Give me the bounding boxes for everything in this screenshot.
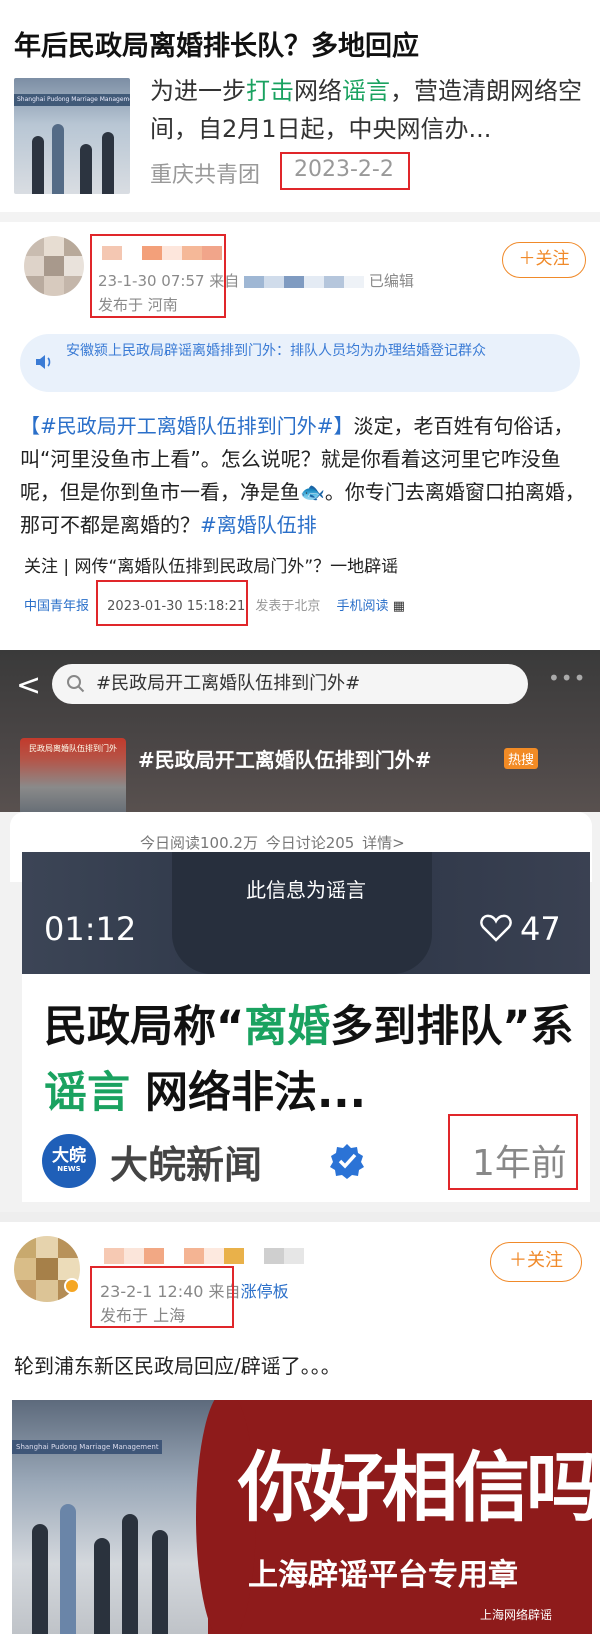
avatar[interactable] [24, 236, 84, 296]
like-count[interactable]: 47 [480, 910, 561, 948]
summary-keyword: 打击 [246, 77, 294, 105]
mobile-read-link[interactable]: 手机阅读 [337, 599, 389, 614]
video-card[interactable]: 今日阅读100.2万 今日讨论205 详情> 此信息为谣言 01:12 47 民… [0, 812, 600, 1212]
headline-text: 民政局称“ [44, 1002, 245, 1052]
blurred-client [244, 275, 365, 288]
thumbnail-person [102, 132, 114, 194]
news-source[interactable]: 大皖新闻 [110, 1134, 262, 1189]
topic-stats[interactable]: 今日阅读100.2万 今日讨论205 详情> [140, 832, 405, 853]
back-arrow-icon[interactable]: < [16, 668, 41, 703]
photo-sign: Shanghai Pudong Marriage Management [12, 1440, 162, 1454]
article-title[interactable]: 年后民政局离婚排长队？多地回应 [14, 24, 419, 63]
client-link[interactable]: 涨停板 [241, 1282, 289, 1301]
headline-text: 多到排队”系 [330, 1002, 574, 1052]
search-text: #民政局开工离婚队伍排到门外# [96, 673, 361, 694]
follow-button[interactable]: ＋关注 [490, 1242, 582, 1282]
photo-person [122, 1514, 138, 1634]
fish-emoji-icon: 🐟 [300, 480, 325, 504]
post-body: 轮到浦东新区民政局回应/辟谣了。。。 [14, 1354, 341, 1378]
related-article[interactable]: 关注 | 网传“离婚队伍排到民政局门外”？一地辟谣 [24, 552, 398, 577]
photo-person [152, 1530, 168, 1634]
article-summary: 为进一步打击网络谣言，营造清朗网络空间，自2月1日起，中央网信办... [150, 72, 590, 148]
weibo-post: 23-1-30 07:57 来自 已编辑 发布于 河南 ＋关注 安徽颍上民政局辟… [0, 212, 600, 626]
summary-text: 为进一步 [150, 77, 246, 105]
headline-keyword: 离婚 [244, 1002, 331, 1052]
video-figure [172, 852, 432, 974]
thumbnail-person [32, 136, 44, 194]
edited-label: 已编辑 [368, 272, 414, 290]
vip-badge-icon [64, 1278, 80, 1294]
headline-keyword: 谣言 [44, 1068, 130, 1118]
video-duration: 01:12 [44, 910, 137, 948]
notice-text: 安徽颍上民政局辟谣离婚排到门外：排队人员均为办理结婚登记群众 [66, 343, 486, 359]
hot-badge: 热搜 [504, 748, 539, 769]
hashtag-link[interactable]: 【#民政局开工离婚队伍排到门外#】 [20, 414, 354, 438]
video-player[interactable]: 此信息为谣言 01:12 47 [22, 852, 590, 974]
highlight-box [280, 152, 410, 190]
thumbnail-caption: 民政局离婚队伍排到门外 [29, 744, 117, 753]
article-card[interactable]: 年后民政局离婚排长队？多地回应 Shanghai Pudong Marriage… [0, 0, 600, 210]
logo-text: 大皖 [52, 1146, 86, 1166]
post-photo[interactable]: Shanghai Pudong Marriage Management 你好相信… [12, 1400, 592, 1634]
topic-thumbnail[interactable]: 民政局离婚队伍排到门外 [20, 738, 126, 820]
more-icon[interactable]: ••• [548, 666, 586, 690]
highlight-box [90, 234, 226, 318]
highlight-box [90, 1266, 234, 1328]
verified-icon [330, 1144, 364, 1179]
search-icon [67, 675, 85, 693]
news-headline[interactable]: 民政局称“离婚多到排队”系谣言 网络非法... [44, 994, 584, 1126]
watermark: 上海网络辟谣 [480, 1608, 553, 1622]
speaker-icon [36, 355, 51, 369]
news-panel[interactable]: 民政局称“离婚多到排队”系谣言 网络非法... 大皖 NEWS 大皖新闻 1年前 [22, 974, 590, 1202]
footer-source[interactable]: 中国青年报 [24, 599, 89, 614]
rumor-notice[interactable]: 安徽颍上民政局辟谣离婚排到门外：排队人员均为办理结婚登记群众 [20, 334, 580, 392]
topic-header: < #民政局开工离婚队伍排到门外# ••• 民政局离婚队伍排到门外 #民政局开工… [0, 650, 600, 820]
summary-text: 网络 [294, 77, 342, 105]
article-thumbnail[interactable]: Shanghai Pudong Marriage Management [14, 78, 130, 194]
photo-person [94, 1538, 110, 1634]
logo-subtext: NEWS [57, 1165, 81, 1173]
photo-person [32, 1524, 48, 1634]
news-logo[interactable]: 大皖 NEWS [42, 1134, 96, 1188]
likes-number: 47 [520, 910, 561, 948]
heart-icon[interactable] [480, 914, 512, 942]
thumbnail-person [52, 124, 64, 194]
rumor-stamp: 你好相信吗 上海辟谣平台专用章 上海网络辟谣 [196, 1400, 592, 1634]
summary-keyword: 谣言 [342, 77, 390, 105]
search-input[interactable]: #民政局开工离婚队伍排到门外# [52, 664, 528, 704]
stamp-text: 你好相信吗 [238, 1443, 592, 1532]
thumbnail-person [80, 144, 92, 194]
blurred-username[interactable] [104, 1248, 304, 1264]
highlight-box [96, 580, 248, 626]
article-source[interactable]: 重庆共青团 [150, 157, 260, 189]
stamp-label: 上海辟谣平台专用章 [248, 1558, 518, 1593]
topic-title[interactable]: #民政局开工离婚队伍排到门外# [138, 744, 432, 773]
highlight-box [448, 1114, 578, 1190]
footer-location: 发表于北京 [255, 599, 321, 614]
video-caption: 此信息为谣言 [246, 878, 366, 902]
follow-button[interactable]: ＋关注 [502, 242, 586, 278]
thumbnail-sign: Shanghai Pudong Marriage Management [14, 94, 130, 106]
headline-text: 网络非法... [130, 1068, 366, 1118]
weibo-post: 23-2-1 12:40 来自涨停板 发布于 上海 ＋关注 轮到浦东新区民政局回… [0, 1212, 600, 1634]
qr-code-icon[interactable]: ▦ [393, 599, 405, 614]
post-body: 【#民政局开工离婚队伍排到门外#】淡定，老百姓有句俗话，叫“河里没鱼市上看”。怎… [20, 410, 588, 542]
hashtag-link[interactable]: #离婚队伍排 [200, 513, 317, 537]
photo-person [60, 1504, 76, 1634]
